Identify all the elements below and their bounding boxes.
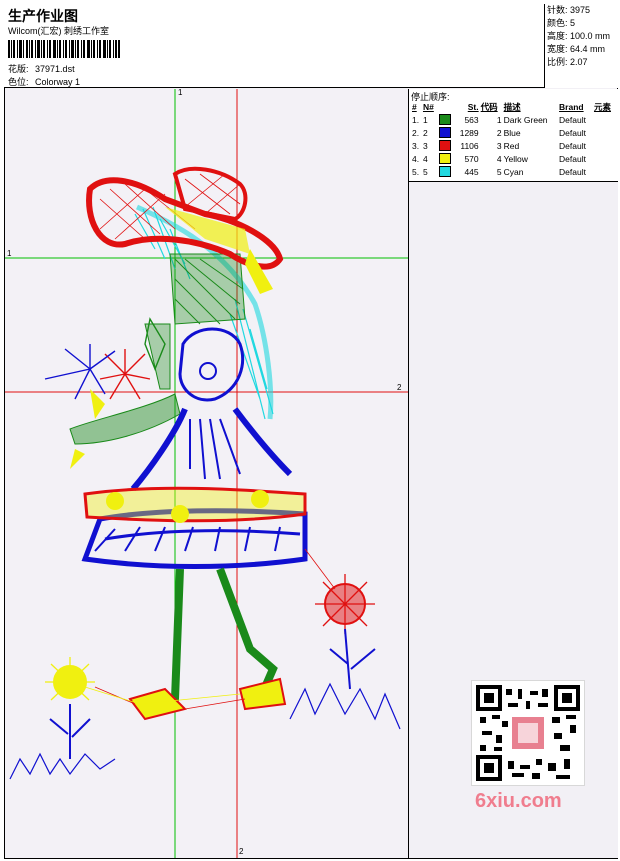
yellow-sunflower [45,657,95,759]
col-header: # [412,102,417,112]
color-swatch [438,165,455,178]
stat-width: 宽度: 64.4 mm [547,44,606,54]
color-swatch [438,114,451,126]
axis-label-v1: 1 [178,89,183,97]
row-description: Red [503,140,520,151]
color-swatch [438,126,455,139]
watermark-text: 6xiu.com [475,790,562,812]
design-file-row: 花版: 37971.dst [8,62,75,75]
colorway-value: Colorway 1 [35,77,81,87]
table-row: 5. 5 445 5 Cyan Default [411,165,616,178]
row-index: 2. [412,127,420,138]
row-needle: 2 [422,127,428,138]
row-stitches: 1289 [459,127,479,138]
row-brand: Default [559,114,586,125]
row-element [593,126,616,139]
color-swatch [438,152,455,165]
row-needle: 1 [422,114,428,125]
barcode-image [8,40,120,58]
color-swatch [438,127,451,139]
row-needle: 4 [422,153,428,164]
red-sunflower [315,574,376,690]
head-outline [178,327,245,402]
qr-code [471,680,585,786]
colorway-row: 色位: Colorway 1 [8,75,80,88]
blue-flower-bouquet [44,344,116,400]
stats-panel: 针数: 3975 颜色: 5 高度: 100.0 mm 宽度: 64.4 mm … [544,4,618,88]
row-index: 1. [412,114,420,125]
row-code: 1 [496,114,502,125]
subtitle: Wilcom(汇宏) 刺绣工作室 [8,26,109,36]
row-element [593,139,616,152]
row-element [593,113,616,126]
row-stitches: 445 [464,166,479,177]
header-panel: 生产作业图 Wilcom(汇宏) 刺绣工作室 花版: 37971.dst 色位:… [4,4,618,88]
row-index: 3. [412,140,420,151]
row-element [593,165,616,178]
row-stitches: 1106 [460,140,479,151]
stat-height: 高度: 100.0 mm [547,31,611,41]
table-header-row: # N# St. 代码 描述 Brand 元素 [411,101,616,113]
skirt-band [83,486,307,523]
row-brand: Default [559,140,586,151]
colorway-label: 色位: [8,77,29,87]
col-header: 代码 [480,102,498,112]
stat-stitches: 针数: 3975 [547,5,591,15]
row-brand: Default [559,166,586,177]
col-header: 元素 [593,102,611,112]
row-code: 2 [496,127,502,138]
jump-stitch-lines [94,548,336,710]
col-header [438,101,455,113]
design-value: 37971.dst [35,64,75,74]
stop-sequence-panel: 停止顺序: # N# St. 代码 描述 Brand 元素 1. 1 563 1 Dar… [409,89,618,182]
table-row: 3. 3 1106 3 Red Default [411,139,616,152]
row-description: Dark Green [503,114,548,125]
axis-label-h2: 2 [397,383,402,392]
axis-label-v2: 2 [239,847,244,856]
shoes [128,677,287,721]
row-brand: Default [559,153,586,164]
row-element [593,152,616,165]
table-row: 4. 4 570 4 Yellow Default [411,152,616,165]
stop-sequence-table: # N# St. 代码 描述 Brand 元素 1. 1 563 1 Dark Gree… [411,101,616,178]
col-header: Brand [559,102,584,112]
color-swatch [438,153,451,165]
row-code: 4 [496,153,502,164]
embroidery-design [5,89,408,858]
row-index: 4. [412,153,420,164]
col-header: St. [467,102,479,112]
color-swatch [438,140,451,152]
color-swatch [438,166,451,178]
row-needle: 5 [422,166,428,177]
col-header: N# [422,102,434,112]
design-label: 花版: [8,64,29,74]
row-description: Blue [503,127,521,138]
row-brand: Default [559,127,586,138]
row-description: Cyan [503,166,524,177]
row-stitches: 563 [464,114,479,125]
page-title: 生产作业图 [8,8,78,24]
row-stitches: 570 [464,153,479,164]
stat-scale: 比例: 2.07 [547,57,588,67]
color-swatch [438,139,455,152]
stat-colors: 颜色: 5 [547,18,576,28]
axis-label-h1: 1 [7,249,12,258]
col-header: 描述 [503,102,521,112]
table-row: 1. 1 563 1 Dark Green Default [411,113,616,126]
row-code: 3 [496,140,502,151]
color-swatch [438,113,455,126]
embroidery-canvas: 1 1 2 2 [5,89,408,858]
row-code: 5 [496,166,502,177]
row-description: Yellow [503,153,528,164]
table-row: 2. 2 1289 2 Blue Default [411,126,616,139]
row-index: 5. [412,166,420,177]
row-needle: 3 [422,140,428,151]
